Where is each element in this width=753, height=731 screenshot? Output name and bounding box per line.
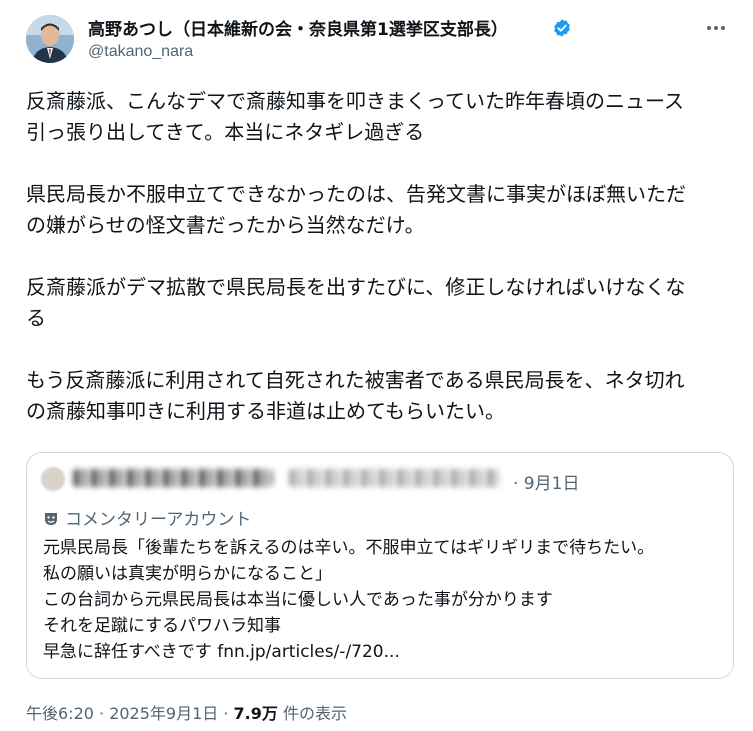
- commentary-label: コメンタリーアカウント: [65, 510, 252, 530]
- tweet-line: 県民局長か不服申立てできなかったのは、告発文書に事実がほぼ無いただ: [26, 182, 686, 206]
- author-name[interactable]: 高野あつし（日本維新の会・奈良県第1選挙区支部長）: [88, 15, 508, 40]
- quoted-line: 早急に辞任すべきです fnn.jp/articles/-/720...: [43, 639, 654, 665]
- quoted-name-blurred: [73, 469, 273, 487]
- views-label: 件の表示: [277, 704, 347, 723]
- tweet-meta: 午後6:20 · 2025年9月1日 · 7.9万 件の表示: [26, 700, 347, 724]
- tweet-body: 反斎藤派、こんなデマで斎藤知事を叩きまくっていた昨年春頃のニュース 引っ張り出し…: [26, 86, 736, 427]
- view-count[interactable]: 7.9万: [234, 704, 278, 723]
- quoted-last-line: 早急に辞任すべきです: [43, 642, 218, 662]
- quoted-avatar-blurred: [41, 467, 65, 491]
- quoted-text: 元県民局長「後輩たちを訴えるのは辛い。不服申立てはギリギリまで待ちたい。 私の願…: [43, 535, 654, 665]
- quoted-tweet[interactable]: · 9月1日 コメンタリーアカウント 元県民局長「後輩たちを訴えるのは辛い。不服…: [26, 452, 734, 679]
- quoted-line: この台詞から元県民局長は本当に優しい人であった事が分かります: [43, 590, 553, 610]
- tweet-line: [26, 148, 736, 179]
- tweet-line: 引っ張り出してきて。本当にネタギレ過ぎる: [26, 120, 425, 144]
- theater-mask-icon: [45, 513, 57, 525]
- quoted-link[interactable]: fnn.jp/articles/-/720...: [217, 642, 400, 662]
- tweet-line: もう反斎藤派に利用されて自死された被害者である県民局長を、ネタ切れ: [26, 368, 685, 392]
- tweet-line: の嫌がらせの怪文書だったから当然なだけ。: [26, 213, 425, 237]
- quoted-line: 私の願いは真実が明らかになること」: [43, 564, 332, 584]
- quoted-line: 元県民局長「後輩たちを訴えるのは辛い。不服申立てはギリギリまで待ちたい。: [43, 538, 655, 558]
- tweet-line: る: [26, 306, 46, 330]
- more-icon[interactable]: [705, 18, 735, 38]
- author-handle[interactable]: @takano_nara: [88, 43, 193, 61]
- quoted-date: · 9月1日: [513, 474, 580, 494]
- tweet-line: [26, 241, 736, 272]
- quoted-handle-blurred: [289, 469, 499, 487]
- quoted-line: それを足蹴にするパワハラ知事: [43, 616, 281, 636]
- verified-badge-icon: [554, 19, 570, 37]
- avatar-photo: [26, 15, 74, 63]
- tweet-line: 反斎藤派、こんなデマで斎藤知事を叩きまくっていた昨年春頃のニュース: [26, 89, 684, 113]
- post-time[interactable]: 午後6:20 · 2025年9月1日 ·: [26, 704, 234, 723]
- tweet-line: の斎藤知事叩きに利用する非道は止めてもらいたい。: [26, 399, 505, 423]
- author-avatar[interactable]: [26, 15, 74, 63]
- tweet-line: [26, 334, 736, 365]
- tweet-line: 反斎藤派がデマ拡散で県民局長を出すたびに、修正しなければいけなくな: [26, 275, 686, 299]
- commentary-label-row: コメンタリーアカウント: [43, 505, 251, 530]
